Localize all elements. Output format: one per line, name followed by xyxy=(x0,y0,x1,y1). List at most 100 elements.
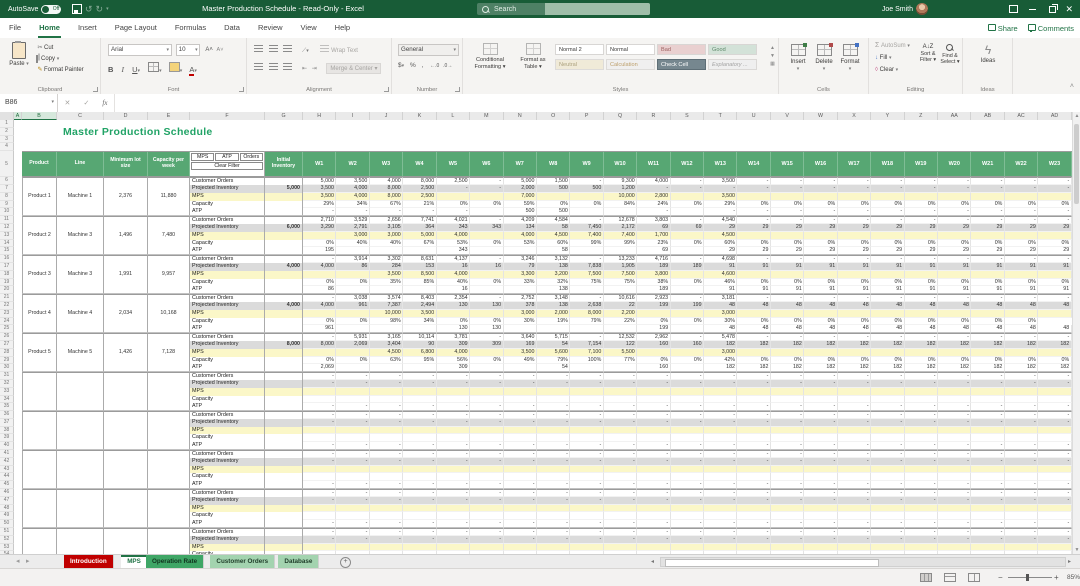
row-number[interactable]: 3 xyxy=(0,136,14,144)
column-header-AB[interactable]: AB xyxy=(971,112,1004,120)
row-label-cell[interactable]: Projected Inventory xyxy=(190,224,265,232)
product-info-cell[interactable] xyxy=(22,396,57,404)
week-cell[interactable]: - xyxy=(537,481,570,489)
week-cell[interactable]: - xyxy=(771,489,804,497)
week-cell[interactable] xyxy=(1038,473,1071,481)
week-cell[interactable]: 4,000 xyxy=(437,271,470,279)
week-cell[interactable] xyxy=(1005,505,1038,513)
week-cell[interactable]: - xyxy=(570,255,603,263)
week-cell[interactable]: 130 xyxy=(470,325,503,333)
initial-inventory-cell[interactable] xyxy=(265,396,303,404)
week-cell[interactable] xyxy=(437,427,470,435)
week-cell[interactable]: - xyxy=(905,481,938,489)
week-header-w20[interactable]: W20 xyxy=(938,151,971,177)
row-label-cell[interactable]: Capacity xyxy=(190,473,265,481)
product-info-cell[interactable] xyxy=(57,505,104,513)
row-number[interactable]: 25 xyxy=(0,325,14,333)
week-cell[interactable]: 22% xyxy=(604,318,637,326)
week-cell[interactable]: - xyxy=(671,255,704,263)
week-cell[interactable] xyxy=(537,396,570,404)
week-cell[interactable]: - xyxy=(437,372,470,380)
week-cell[interactable]: 8,000 xyxy=(370,185,403,193)
week-cell[interactable]: 91 xyxy=(771,263,804,271)
product-info-cell[interactable] xyxy=(148,255,190,263)
week-cell[interactable]: - xyxy=(604,372,637,380)
week-cell[interactable]: - xyxy=(504,497,537,505)
week-cell[interactable]: - xyxy=(804,458,837,466)
merge-center-button[interactable]: Merge & Center ▾ xyxy=(326,63,381,74)
product-info-cell[interactable] xyxy=(22,450,57,458)
week-cell[interactable]: 91 xyxy=(804,263,837,271)
week-cell[interactable]: - xyxy=(804,489,837,497)
week-cell[interactable] xyxy=(403,396,436,404)
week-cell[interactable]: 48 xyxy=(1038,325,1071,333)
week-cell[interactable]: - xyxy=(303,450,336,458)
week-cell[interactable] xyxy=(504,388,537,396)
week-cell[interactable] xyxy=(938,349,971,357)
product-info-cell[interactable] xyxy=(22,489,57,497)
week-cell[interactable]: 29 xyxy=(971,224,1004,232)
week-cell[interactable] xyxy=(938,434,971,442)
week-cell[interactable] xyxy=(838,310,871,318)
undo-icon[interactable]: ↺ xyxy=(85,0,93,18)
week-cell[interactable]: 29 xyxy=(771,224,804,232)
week-cell[interactable]: - xyxy=(771,216,804,224)
week-cell[interactable] xyxy=(1038,396,1071,404)
week-cell[interactable] xyxy=(737,544,770,552)
share-button[interactable]: Share xyxy=(988,24,1018,33)
week-cell[interactable] xyxy=(437,193,470,201)
week-cell[interactable]: 58 xyxy=(537,224,570,232)
week-cell[interactable]: - xyxy=(403,372,436,380)
week-cell[interactable]: - xyxy=(704,450,737,458)
product-info-cell[interactable] xyxy=(22,325,57,333)
row-label-cell[interactable]: ATP xyxy=(190,481,265,489)
week-cell[interactable]: 3,500 xyxy=(370,271,403,279)
week-cell[interactable] xyxy=(871,388,904,396)
cell-style-normal[interactable]: Normal xyxy=(606,44,655,55)
week-cell[interactable]: - xyxy=(637,497,670,505)
week-cell[interactable]: - xyxy=(905,294,938,302)
product-info-cell[interactable] xyxy=(22,240,57,248)
decrease-indent-icon[interactable]: ⇤ xyxy=(302,66,307,72)
week-cell[interactable]: - xyxy=(570,419,603,427)
spreadsheet-grid[interactable]: 12345ProductLineMinimum lot sizeCapacity… xyxy=(0,120,1072,554)
week-cell[interactable]: - xyxy=(604,380,637,388)
week-cell[interactable] xyxy=(771,232,804,240)
week-cell[interactable]: - xyxy=(537,520,570,528)
horizontal-scroll-thumb[interactable] xyxy=(665,559,879,567)
row-label-cell[interactable]: Customer Orders xyxy=(190,333,265,341)
column-header-W[interactable]: W xyxy=(804,112,837,120)
week-cell[interactable]: - xyxy=(704,185,737,193)
week-cell[interactable]: 0% xyxy=(570,201,603,209)
week-cell[interactable]: 0% xyxy=(303,357,336,365)
week-cell[interactable]: 3,500 xyxy=(336,177,369,185)
week-cell[interactable] xyxy=(370,544,403,552)
row-number[interactable]: 42 xyxy=(0,458,14,466)
week-cell[interactable]: 23% xyxy=(637,240,670,248)
week-cell[interactable]: - xyxy=(1038,520,1071,528)
week-cell[interactable]: 67% xyxy=(370,201,403,209)
week-cell[interactable]: 2,500 xyxy=(403,193,436,201)
product-info-cell[interactable] xyxy=(148,318,190,326)
week-cell[interactable]: - xyxy=(1038,481,1071,489)
week-cell[interactable]: 3,000 xyxy=(504,310,537,318)
week-cell[interactable]: - xyxy=(771,333,804,341)
product-info-cell[interactable] xyxy=(104,302,148,310)
initial-inventory-cell[interactable] xyxy=(265,411,303,419)
week-cell[interactable]: 0% xyxy=(804,318,837,326)
week-cell[interactable]: - xyxy=(671,481,704,489)
week-cell[interactable]: 961 xyxy=(336,302,369,310)
week-cell[interactable]: 46% xyxy=(704,279,737,287)
week-header-w2[interactable]: W2 xyxy=(336,151,369,177)
week-cell[interactable]: 86 xyxy=(303,286,336,294)
week-cell[interactable] xyxy=(303,388,336,396)
column-header-Y[interactable]: Y xyxy=(871,112,904,120)
week-cell[interactable]: - xyxy=(1038,403,1071,411)
week-cell[interactable]: - xyxy=(737,208,770,216)
week-cell[interactable] xyxy=(771,512,804,520)
week-cell[interactable]: - xyxy=(938,372,971,380)
week-cell[interactable]: 182 xyxy=(971,364,1004,372)
week-cell[interactable] xyxy=(336,434,369,442)
week-cell[interactable]: - xyxy=(336,419,369,427)
product-info-cell[interactable] xyxy=(148,489,190,497)
